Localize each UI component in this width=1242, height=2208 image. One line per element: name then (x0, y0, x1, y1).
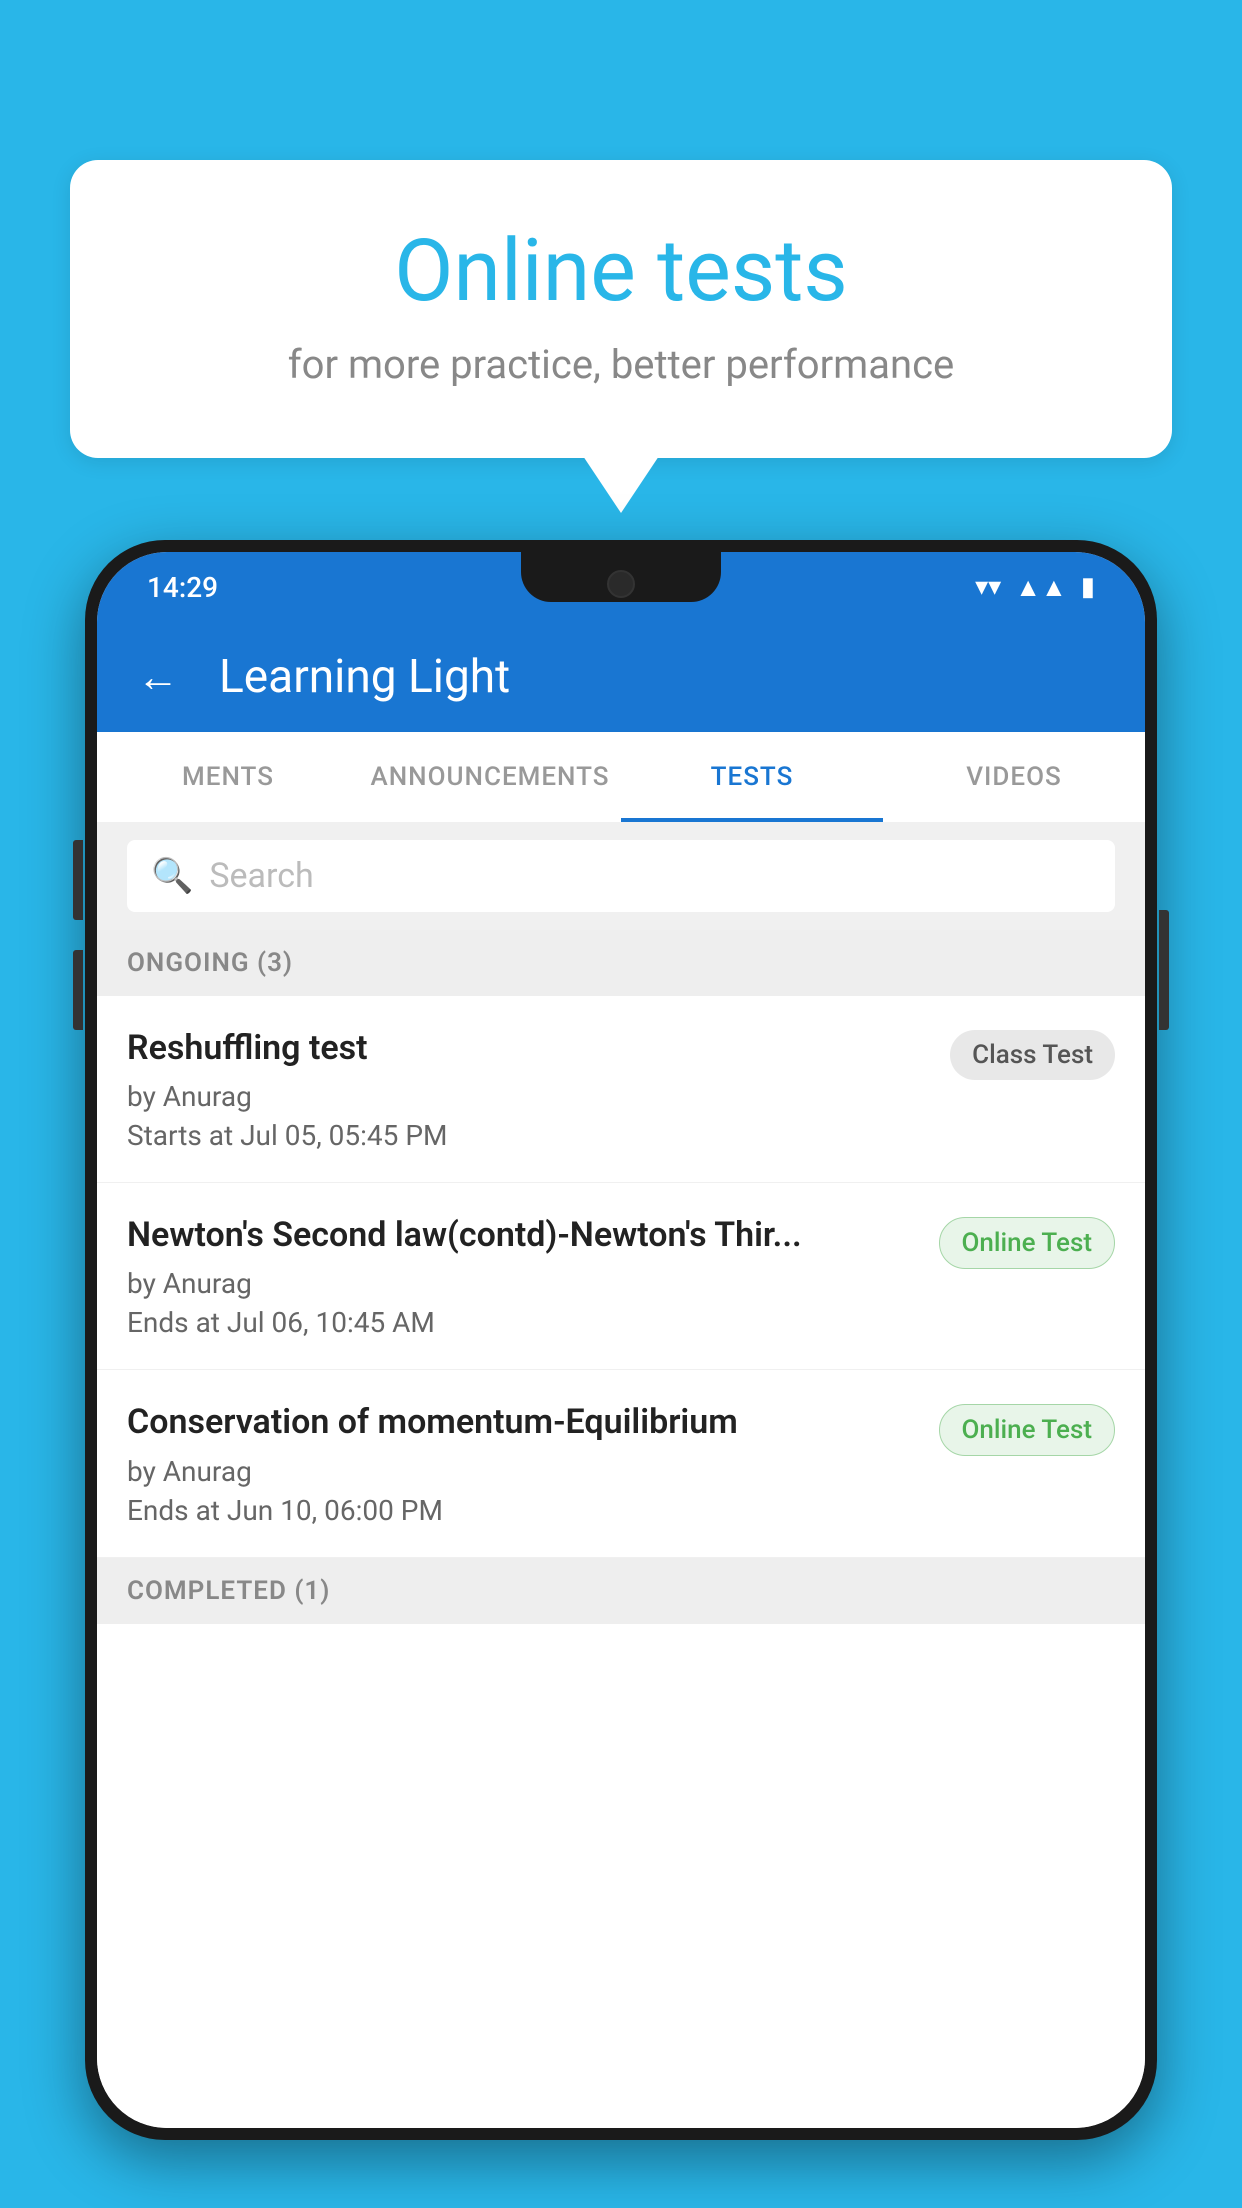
tab-announcements[interactable]: ANNOUNCEMENTS (359, 732, 621, 822)
test-name-2: Newton's Second law(contd)-Newton's Thir… (127, 1213, 919, 1257)
phone-notch (521, 552, 721, 602)
status-time: 14:29 (147, 571, 218, 604)
phone-container: 14:29 ▾▾ ▲▲ ▮ ← Learning Light MENTS (85, 540, 1157, 2208)
test-item[interactable]: Reshuffling test by Anurag Starts at Jul… (97, 996, 1145, 1183)
completed-section-header: COMPLETED (1) (97, 1558, 1145, 1624)
test-badge-1: Class Test (950, 1030, 1115, 1080)
test-author-3: by Anurag (127, 1455, 919, 1488)
background: Online tests for more practice, better p… (0, 0, 1242, 2208)
test-badge-2: Online Test (939, 1217, 1116, 1269)
tab-videos[interactable]: VIDEOS (883, 732, 1145, 822)
phone-screen: 14:29 ▾▾ ▲▲ ▮ ← Learning Light MENTS (97, 552, 1145, 2128)
search-container: 🔍 Search (97, 822, 1145, 930)
test-info-1: Reshuffling test by Anurag Starts at Jul… (127, 1026, 950, 1152)
completed-label: COMPLETED (1) (127, 1576, 330, 1606)
bubble-title: Online tests (150, 220, 1092, 321)
ongoing-label: ONGOING (3) (127, 948, 293, 978)
status-icons: ▾▾ ▲▲ ▮ (975, 572, 1095, 603)
test-info-2: Newton's Second law(contd)-Newton's Thir… (127, 1213, 939, 1339)
test-author-2: by Anurag (127, 1267, 919, 1300)
app-header: ← Learning Light (97, 622, 1145, 732)
volume-up-button (73, 840, 83, 920)
power-button (1159, 910, 1169, 1030)
signal-icon: ▲▲ (1015, 572, 1066, 603)
tab-bar: MENTS ANNOUNCEMENTS TESTS VIDEOS (97, 732, 1145, 822)
test-badge-3: Online Test (939, 1404, 1116, 1456)
back-button[interactable]: ← (137, 653, 179, 702)
app-title: Learning Light (219, 650, 510, 704)
test-date-1: Starts at Jul 05, 05:45 PM (127, 1119, 930, 1152)
test-info-3: Conservation of momentum-Equilibrium by … (127, 1400, 939, 1526)
speech-bubble: Online tests for more practice, better p… (70, 160, 1172, 458)
search-placeholder: Search (209, 856, 313, 896)
search-icon: 🔍 (151, 856, 193, 896)
tab-ments[interactable]: MENTS (97, 732, 359, 822)
bubble-subtitle: for more practice, better performance (150, 341, 1092, 388)
front-camera (607, 570, 635, 598)
test-name-1: Reshuffling test (127, 1026, 930, 1070)
test-author-1: by Anurag (127, 1080, 930, 1113)
wifi-icon: ▾▾ (975, 572, 1001, 602)
test-item[interactable]: Conservation of momentum-Equilibrium by … (97, 1370, 1145, 1557)
test-date-3: Ends at Jun 10, 06:00 PM (127, 1494, 919, 1527)
search-input-wrapper[interactable]: 🔍 Search (127, 840, 1115, 912)
ongoing-section-header: ONGOING (3) (97, 930, 1145, 996)
test-date-2: Ends at Jul 06, 10:45 AM (127, 1306, 919, 1339)
volume-down-button (73, 950, 83, 1030)
test-name-3: Conservation of momentum-Equilibrium (127, 1400, 919, 1444)
phone-frame: 14:29 ▾▾ ▲▲ ▮ ← Learning Light MENTS (85, 540, 1157, 2140)
test-item[interactable]: Newton's Second law(contd)-Newton's Thir… (97, 1183, 1145, 1370)
test-list: Reshuffling test by Anurag Starts at Jul… (97, 996, 1145, 2128)
battery-icon: ▮ (1081, 572, 1095, 602)
tab-tests[interactable]: TESTS (621, 732, 883, 822)
